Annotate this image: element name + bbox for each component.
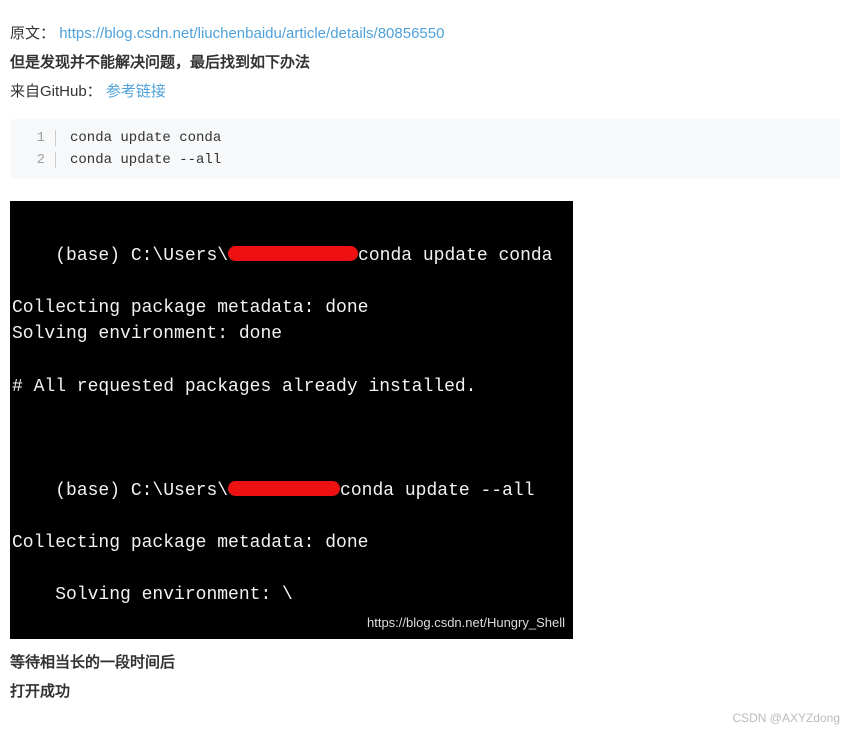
- terminal-line: (base) C:\Users\ conda update conda: [12, 217, 567, 295]
- line-number: 2: [10, 152, 56, 168]
- code-text: conda update conda: [56, 130, 221, 146]
- redaction-mark: [228, 246, 358, 261]
- terminal-watermark: https://blog.csdn.net/Hungry_Shell: [367, 614, 565, 633]
- page-watermark: CSDN @AXYZdong: [10, 711, 840, 725]
- prompt-text: (base) C:\Users\: [55, 481, 228, 501]
- source-url-link[interactable]: https://blog.csdn.net/liuchenbaidu/artic…: [59, 25, 444, 42]
- github-reference-link[interactable]: 参考链接: [106, 83, 166, 100]
- code-block: 1 conda update conda 2 conda update --al…: [10, 119, 840, 179]
- command-text: conda update conda: [358, 246, 552, 266]
- prompt-text: (base) C:\Users\: [55, 246, 228, 266]
- terminal-line: # All requested packages already install…: [12, 374, 567, 400]
- intro-bold-text: 但是发现并不能解决问题，最后找到如下办法: [10, 49, 842, 76]
- terminal-line: Collecting package metadata: done: [12, 530, 567, 556]
- terminal-line: Solving environment: done: [12, 321, 567, 347]
- terminal-screenshot: (base) C:\Users\ conda update conda Colle…: [10, 201, 573, 639]
- terminal-line: (base) C:\Users\ conda update --all: [12, 452, 567, 530]
- solving-text: Solving environment: \: [55, 585, 303, 605]
- code-text: conda update --all: [56, 152, 221, 168]
- source-label: 原文：: [10, 25, 55, 42]
- after-text-2: 打开成功: [10, 678, 842, 705]
- terminal-blank-line: [12, 426, 567, 452]
- after-text-1: 等待相当长的一段时间后: [10, 649, 842, 676]
- line-number: 1: [10, 130, 56, 146]
- github-label: 来自GitHub：: [10, 83, 102, 100]
- terminal-blank-line: [12, 347, 567, 373]
- github-line: 来自GitHub： 参考链接: [10, 78, 842, 105]
- redaction-mark: [228, 481, 340, 496]
- source-line: 原文： https://blog.csdn.net/liuchenbaidu/a…: [10, 20, 842, 47]
- code-row: 1 conda update conda: [10, 127, 840, 149]
- terminal-line: Collecting package metadata: done: [12, 295, 567, 321]
- code-row: 2 conda update --all: [10, 149, 840, 171]
- terminal-blank-line: [12, 400, 567, 426]
- command-text: conda update --all: [340, 481, 534, 501]
